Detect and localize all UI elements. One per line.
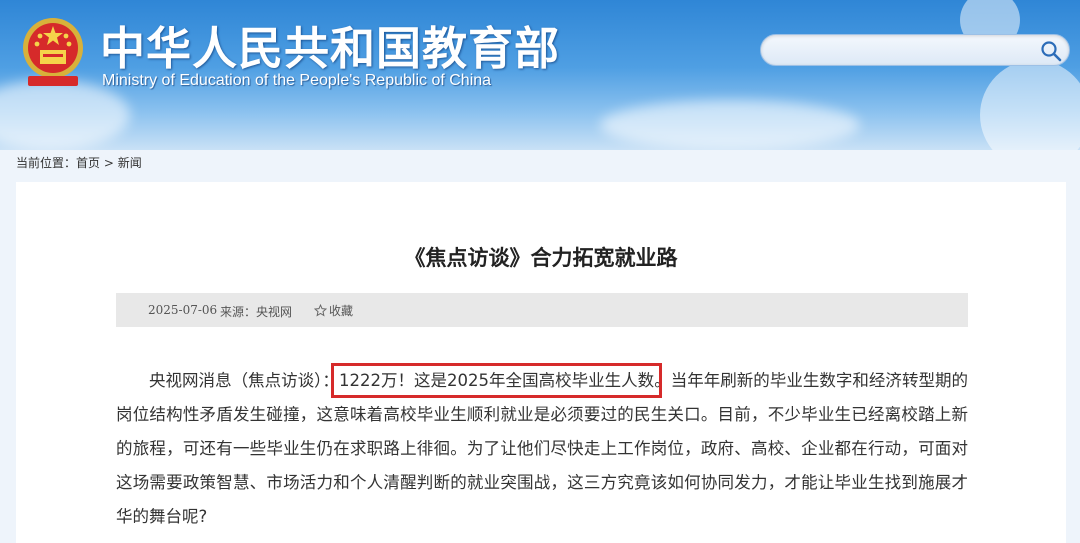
paragraph-prefix: 央视网消息（焦点访谈）： xyxy=(149,371,339,390)
national-emblem-icon xyxy=(23,18,83,86)
breadcrumb-news-link[interactable]: 新闻 xyxy=(118,156,142,170)
breadcrumb-home-link[interactable]: 首页 xyxy=(76,156,100,170)
dandelion-decoration xyxy=(980,60,1080,150)
search-input[interactable] xyxy=(760,34,1070,66)
favorite-button[interactable]: 收藏 xyxy=(314,302,353,319)
article-source: 来源：央视网 xyxy=(220,305,293,319)
article-paragraph: 央视网消息（焦点访谈）：1222万！这是2025年全国高校毕业生人数。当年年刷新… xyxy=(116,363,969,534)
site-title-cn: 中华人民共和国教育部 xyxy=(100,22,561,75)
star-icon xyxy=(314,304,327,317)
site-title-en: Ministry of Education of the People's Re… xyxy=(102,72,492,89)
article-meta-bar: 2025-07-06 来源：央视网 收藏 xyxy=(116,293,968,327)
breadcrumb-separator: > xyxy=(103,156,114,170)
cloud-decoration xyxy=(600,100,860,150)
site-header: 中华人民共和国教育部 Ministry of Education of the … xyxy=(0,0,1080,150)
paragraph-rest: 。当年年刷新的毕业生数字和经济转型期的岗位结构性矛盾发生碰撞，这意味着高校毕业生… xyxy=(116,371,969,526)
breadcrumb: 当前位置：首页 > 新闻 xyxy=(16,154,142,171)
article-title: 《焦点访谈》合力拓宽就业路 xyxy=(404,246,678,270)
favorite-label: 收藏 xyxy=(329,304,354,318)
search-icon[interactable] xyxy=(1039,39,1063,63)
breadcrumb-label: 当前位置： xyxy=(16,156,77,170)
highlighted-graduate-count: 1222万！这是2025年全国高校毕业生人数 xyxy=(330,363,663,398)
cloud-decoration xyxy=(0,80,130,150)
article-date: 2025-07-06 xyxy=(148,303,218,317)
article-container: 《焦点访谈》合力拓宽就业路 2025-07-06 来源：央视网 收藏 央视网消息… xyxy=(16,182,1066,543)
